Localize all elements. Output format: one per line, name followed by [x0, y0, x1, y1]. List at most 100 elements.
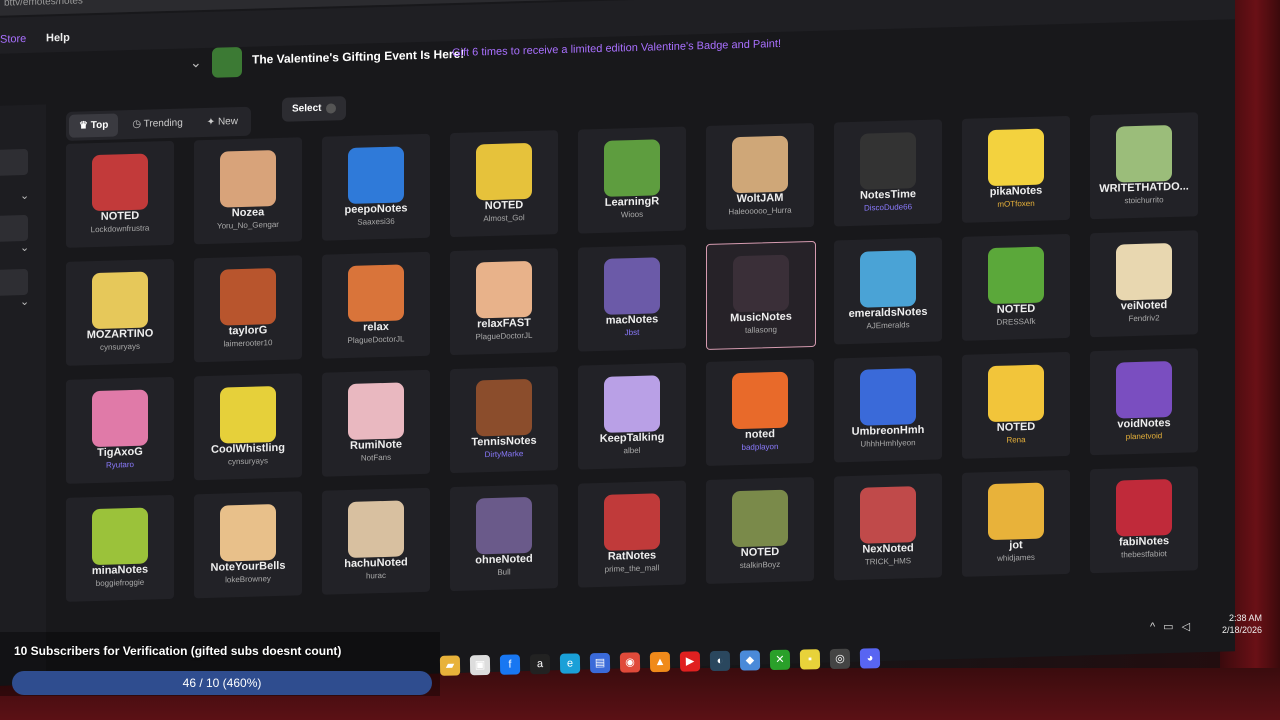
emote-card[interactable]: NOTED stalkinBoyz: [706, 476, 814, 585]
emote-author[interactable]: DRESSAfk: [962, 316, 1070, 328]
emote-author[interactable]: Yoru_No_Gengar: [194, 219, 302, 231]
emote-author[interactable]: boggiefroggie: [66, 577, 174, 589]
emote-author[interactable]: cynsuryays: [66, 341, 174, 353]
emote-author[interactable]: Almost_Gol: [450, 212, 558, 224]
emote-card[interactable]: fabiNotes thebestfabiot: [1090, 466, 1198, 574]
chevron-down-icon[interactable]: ⌄: [20, 241, 29, 254]
emote-author[interactable]: laimerooter10: [194, 337, 302, 349]
emote-card[interactable]: ohneNoted Bull: [450, 484, 558, 592]
volume-icon[interactable]: ◁: [1182, 621, 1198, 633]
obs-icon[interactable]: ◎: [829, 648, 851, 670]
emote-card[interactable]: Nozea Yoru_No_Gengar: [194, 137, 302, 245]
emote-author[interactable]: prime_the_mall: [578, 563, 686, 575]
emote-author[interactable]: Fendriv2: [1090, 312, 1198, 324]
emote-card[interactable]: LearningR Wioos: [578, 126, 686, 234]
emote-card[interactable]: MusicNotes tallasong: [706, 240, 816, 351]
emote-author[interactable]: stoichurrito: [1090, 194, 1198, 206]
emote-author[interactable]: mOTfoxen: [962, 198, 1070, 210]
discord-icon[interactable]: ◕: [859, 648, 881, 669]
emote-card[interactable]: hachuNoted hurac: [322, 487, 430, 595]
chevron-down-icon[interactable]: ⌄: [20, 189, 29, 202]
emote-author[interactable]: albel: [578, 445, 686, 457]
emote-card[interactable]: emeraldsNotes AJEmeralds: [834, 237, 942, 345]
emote-author[interactable]: tallasong: [707, 324, 815, 336]
emote-author[interactable]: lokeBrowney: [194, 573, 302, 585]
emote-card[interactable]: NOTED Almost_Gol: [450, 130, 558, 238]
nav-help-link[interactable]: Help: [46, 32, 70, 45]
emote-author[interactable]: PlagueDoctorJL: [322, 334, 430, 346]
sidebar-block[interactable]: [0, 214, 28, 242]
emote-card[interactable]: relaxFAST PlagueDoctorJL: [450, 248, 558, 356]
emote-author[interactable]: Ryutaro: [66, 459, 174, 471]
steam-icon[interactable]: ◐: [709, 650, 731, 672]
chevron-up-icon[interactable]: ^: [1150, 621, 1163, 633]
notes-icon[interactable]: ▤: [589, 652, 611, 674]
store-icon[interactable]: ▣: [469, 654, 491, 676]
tab-top[interactable]: ♛ Top: [69, 113, 119, 138]
emote-card[interactable]: peepoNotes Saaxesi36: [322, 133, 430, 241]
emote-author[interactable]: planetvoid: [1090, 430, 1198, 442]
emote-card[interactable]: relax PlagueDoctorJL: [322, 251, 430, 359]
app-icon[interactable]: ◆: [739, 650, 761, 671]
emote-author[interactable]: UhhhHmhlyeon: [834, 437, 942, 449]
sidebar-block[interactable]: [0, 268, 28, 296]
emote-author[interactable]: badplayon: [706, 441, 814, 453]
emote-author[interactable]: TRICK_HMS: [834, 555, 942, 567]
vlc-icon[interactable]: ▲: [649, 651, 671, 673]
emote-card[interactable]: WRITETHATDO... stoichurrito: [1090, 112, 1198, 220]
emote-card[interactable]: MOZARTINO cynsuryays: [66, 258, 174, 366]
emote-card[interactable]: TennisNotes DirtyMarke: [450, 366, 558, 474]
emote-card[interactable]: veiNoted Fendriv2: [1090, 230, 1198, 338]
emote-card[interactable]: RumiNote NotFans: [322, 369, 430, 477]
emote-card[interactable]: macNotes Jbst: [578, 244, 686, 352]
sidebar-block[interactable]: [0, 148, 28, 176]
emote-card[interactable]: RatNotes prime_the_mall: [578, 480, 686, 588]
taskbar-clock[interactable]: 2:38 AM 2/18/2026: [1222, 612, 1262, 636]
nav-store-link[interactable]: Store: [0, 33, 26, 46]
sticky-icon[interactable]: ▪: [799, 649, 821, 670]
emote-author[interactable]: DiscoDude66: [834, 201, 942, 213]
select-toggle[interactable]: Select: [282, 96, 346, 122]
banner-message[interactable]: Gift 6 times to receive a limited editio…: [452, 38, 781, 59]
emote-author[interactable]: Saaxesi36: [322, 216, 430, 228]
emote-card[interactable]: NexNoted TRICK_HMS: [834, 473, 942, 581]
emote-card[interactable]: NOTED Rena: [962, 351, 1070, 459]
emote-card[interactable]: KeepTalking albel: [578, 362, 686, 470]
emote-author[interactable]: stalkinBoyz: [706, 559, 814, 571]
emote-author[interactable]: PlagueDoctorJL: [450, 330, 558, 342]
emote-author[interactable]: Haleooooo_Hurra: [706, 205, 814, 217]
emote-card[interactable]: CoolWhistling cynsuryays: [194, 373, 302, 481]
emote-author[interactable]: NotFans: [322, 452, 430, 464]
emote-author[interactable]: AJEmeralds: [834, 319, 942, 331]
chrome-icon[interactable]: ◉: [619, 652, 641, 673]
folder-icon[interactable]: ▰: [439, 655, 461, 676]
emote-author[interactable]: thebestfabiot: [1090, 548, 1198, 560]
emote-card[interactable]: NotesTime DiscoDude66: [834, 119, 942, 227]
chevron-down-icon[interactable]: ⌄: [20, 295, 29, 308]
emote-author[interactable]: Bull: [450, 566, 558, 578]
youtube-icon[interactable]: ▶: [679, 651, 701, 672]
emote-card[interactable]: noted badplayon: [706, 358, 814, 467]
emote-card[interactable]: pikaNotes mOTfoxen: [962, 115, 1070, 223]
emote-card[interactable]: TigAxoG Ryutaro: [66, 376, 174, 484]
emote-author[interactable]: Wioos: [578, 209, 686, 221]
emote-card[interactable]: WoltJAM Haleooooo_Hurra: [706, 122, 814, 231]
edge-icon[interactable]: e: [559, 653, 581, 674]
emote-author[interactable]: Rena: [962, 434, 1070, 446]
emote-author[interactable]: cynsuryays: [194, 455, 302, 467]
emote-author[interactable]: Lockdownfrustra: [66, 223, 174, 235]
emote-card[interactable]: NoteYourBells lokeBrowney: [194, 491, 302, 599]
emote-card[interactable]: jot whidjames: [962, 469, 1070, 577]
emote-author[interactable]: whidjames: [962, 552, 1070, 564]
amazon-icon[interactable]: a: [529, 653, 551, 675]
emote-author[interactable]: hurac: [322, 570, 430, 582]
emote-card[interactable]: voidNotes planetvoid: [1090, 348, 1198, 456]
facebook-icon[interactable]: f: [499, 654, 521, 675]
xbox-icon[interactable]: ✕: [769, 649, 791, 671]
tab-trending[interactable]: ◷ Trending: [122, 111, 192, 136]
network-icon[interactable]: ▭: [1163, 621, 1181, 633]
emote-card[interactable]: NOTED DRESSAfk: [962, 233, 1070, 341]
emote-card[interactable]: NOTED Lockdownfrustra: [66, 140, 174, 248]
emote-card[interactable]: minaNotes boggiefroggie: [66, 494, 174, 602]
emote-card[interactable]: taylorG laimerooter10: [194, 255, 302, 363]
